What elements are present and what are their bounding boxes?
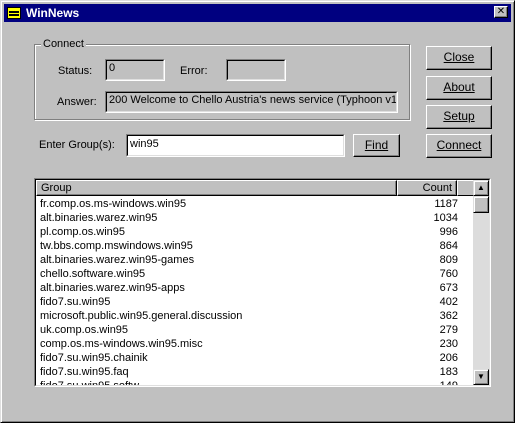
article-count: 809 bbox=[439, 254, 458, 266]
list-rows: fr.comp.os.ms-windows.win95 1187 alt.binar… bbox=[36, 197, 473, 386]
group-name: alt.binaries.warez.win95-apps bbox=[40, 282, 185, 294]
article-count: 673 bbox=[439, 282, 458, 294]
list-item[interactable]: microsoft.public.win95.general.discussio… bbox=[36, 309, 473, 323]
arrow-up-icon: ▲ bbox=[477, 183, 485, 192]
group-search-value: win95 bbox=[127, 135, 344, 156]
column-header-filler bbox=[457, 180, 473, 196]
list-item[interactable]: chello.software.win95 760 bbox=[36, 267, 473, 281]
connect-button[interactable]: Connect bbox=[426, 134, 492, 158]
list-item[interactable]: pl.comp.os.win95 996 bbox=[36, 225, 473, 239]
column-header-count[interactable]: Count bbox=[397, 180, 457, 196]
answer-label: Answer: bbox=[57, 96, 97, 108]
list-item[interactable]: comp.os.ms-windows.win95.misc 230 bbox=[36, 337, 473, 351]
list-item[interactable]: alt.binaries.warez.win95 1034 bbox=[36, 211, 473, 225]
error-label: Error: bbox=[180, 65, 208, 77]
close-button[interactable]: Close bbox=[426, 46, 492, 70]
article-count: 996 bbox=[439, 226, 458, 238]
group-name: fido7.su.win95.faq bbox=[40, 366, 129, 378]
list-item[interactable]: fr.comp.os.ms-windows.win95 1187 bbox=[36, 197, 473, 211]
group-name: fr.comp.os.ms-windows.win95 bbox=[40, 198, 187, 210]
article-count: 864 bbox=[439, 240, 458, 252]
group-name: fido7.su.win95.softw bbox=[40, 380, 140, 386]
article-count: 760 bbox=[439, 268, 458, 280]
status-field: 0 bbox=[105, 59, 165, 81]
answer-field: 200 Welcome to Chello Austria's news ser… bbox=[105, 91, 398, 113]
scroll-down-button[interactable]: ▼ bbox=[473, 369, 489, 385]
arrow-down-icon: ▼ bbox=[477, 372, 485, 381]
find-button-label: Find bbox=[364, 138, 389, 152]
list-item[interactable]: alt.binaries.warez.win95-apps 673 bbox=[36, 281, 473, 295]
list-item[interactable]: fido7.su.win95.faq 183 bbox=[36, 365, 473, 379]
group-name: chello.software.win95 bbox=[40, 268, 146, 280]
status-label: Status: bbox=[58, 65, 93, 77]
article-count: 279 bbox=[439, 324, 458, 336]
article-count: 149 bbox=[439, 380, 458, 386]
article-count: 402 bbox=[439, 296, 458, 308]
window-title: WinNews bbox=[26, 6, 80, 20]
column-header-group[interactable]: Group bbox=[36, 180, 397, 196]
scroll-up-button[interactable]: ▲ bbox=[473, 180, 489, 196]
scroll-thumb[interactable] bbox=[473, 196, 489, 213]
article-count: 230 bbox=[439, 338, 458, 350]
close-icon: ✕ bbox=[496, 6, 506, 17]
list-item[interactable]: fido7.su.win95.softw 149 bbox=[36, 379, 473, 386]
status-value: 0 bbox=[106, 60, 164, 80]
envelope-icon bbox=[7, 7, 21, 19]
article-count: 362 bbox=[439, 310, 458, 322]
group-name: alt.binaries.warez.win95-games bbox=[40, 254, 195, 266]
group-name: fido7.su.win95 bbox=[40, 296, 111, 308]
newsgroup-list[interactable]: Group Count fr.comp.os.ms-windows.win95 1… bbox=[34, 178, 491, 387]
setup-button[interactable]: Setup bbox=[426, 105, 492, 129]
list-item[interactable]: uk.comp.os.win95 279 bbox=[36, 323, 473, 337]
group-name: pl.comp.os.win95 bbox=[40, 226, 125, 238]
article-count: 1187 bbox=[434, 198, 458, 210]
article-count: 1034 bbox=[433, 212, 458, 224]
winnews-window: WinNews ✕ Connect Status: 0 Error: Answe… bbox=[0, 0, 515, 423]
list-item[interactable]: alt.binaries.warez.win95-games 809 bbox=[36, 253, 473, 267]
group-name: microsoft.public.win95.general.discussio… bbox=[40, 310, 243, 322]
title-bar[interactable]: WinNews ✕ bbox=[4, 4, 511, 22]
article-count: 206 bbox=[439, 352, 458, 364]
setup-button-label: Setup bbox=[443, 109, 475, 123]
group-search-input[interactable]: win95 bbox=[126, 134, 345, 157]
group-name: uk.comp.os.win95 bbox=[40, 324, 129, 336]
answer-value: 200 Welcome to Chello Austria's news ser… bbox=[106, 92, 397, 112]
find-button[interactable]: Find bbox=[353, 134, 400, 157]
close-button-label: Close bbox=[443, 50, 475, 64]
error-value bbox=[227, 60, 285, 80]
about-button-label: About bbox=[443, 80, 475, 94]
article-count: 183 bbox=[439, 366, 458, 378]
group-name: comp.os.ms-windows.win95.misc bbox=[40, 338, 203, 350]
column-header-count-label: Count bbox=[422, 182, 452, 194]
list-item[interactable]: tw.bbs.comp.mswindows.win95 864 bbox=[36, 239, 473, 253]
group-name: tw.bbs.comp.mswindows.win95 bbox=[40, 240, 193, 252]
about-button[interactable]: About bbox=[426, 76, 492, 100]
list-item[interactable]: fido7.su.win95 402 bbox=[36, 295, 473, 309]
group-name: alt.binaries.warez.win95 bbox=[40, 212, 158, 224]
vertical-scrollbar[interactable]: ▲ ▼ bbox=[473, 180, 489, 385]
close-window-button[interactable]: ✕ bbox=[494, 6, 508, 18]
enter-groups-label: Enter Group(s): bbox=[39, 139, 115, 151]
connect-button-label: Connect bbox=[436, 138, 482, 152]
group-name: fido7.su.win95.chainik bbox=[40, 352, 148, 364]
error-field bbox=[226, 59, 286, 81]
list-item[interactable]: fido7.su.win95.chainik 206 bbox=[36, 351, 473, 365]
connect-group-legend: Connect bbox=[41, 38, 86, 50]
